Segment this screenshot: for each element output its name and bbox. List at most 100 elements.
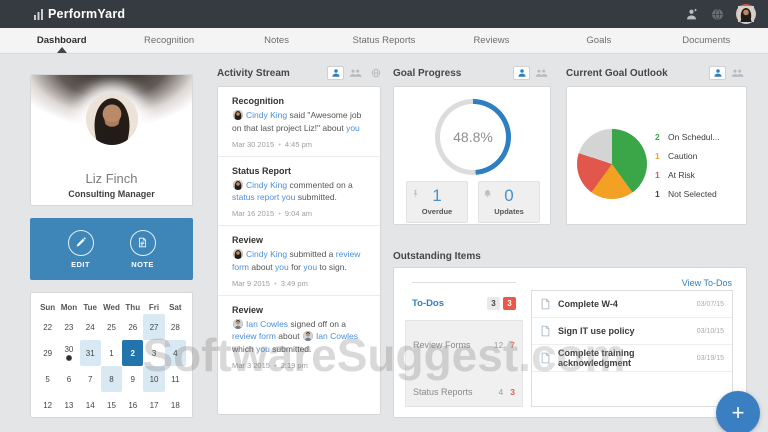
person-filter-icon[interactable] [327, 66, 344, 80]
calendar-day[interactable]: 23 [58, 314, 79, 340]
globe-filter-icon[interactable] [367, 66, 384, 80]
group-filter-icon[interactable] [533, 66, 550, 80]
calendar-day[interactable]: 3 [143, 340, 164, 366]
nav-item-goals[interactable]: Goals [545, 28, 652, 53]
nav-item-status-reports[interactable]: Status Reports [330, 28, 437, 53]
add-button[interactable]: + [716, 391, 760, 432]
plus-icon: + [732, 400, 745, 426]
todo-item[interactable]: Complete training acknowledgment 03/19/1… [532, 345, 732, 372]
profile-name: Liz Finch [31, 171, 192, 186]
activity-item-type: Review [232, 235, 370, 245]
person-filter-icon[interactable] [709, 66, 726, 80]
goal-outlook-pie-chart [577, 129, 647, 199]
legend-label: Not Selected [668, 189, 717, 199]
stat-overdue[interactable]: 1 Overdue [406, 181, 468, 223]
calendar-day[interactable]: 22 [37, 314, 58, 340]
calendar-day-selected[interactable]: 2 [122, 340, 143, 366]
calendar-day-header: Tue [80, 301, 101, 314]
calendar-grid: 2223242526272829303112345678910111213141… [37, 314, 186, 418]
tab-status-reports[interactable]: Status Reports 4 3 [413, 382, 515, 402]
todo-due-date: 03/19/15 [697, 355, 724, 362]
calendar-day-header: Wed [101, 301, 122, 314]
group-filter-icon[interactable] [729, 66, 746, 80]
activity-link[interactable]: Ian Cowles [316, 331, 358, 341]
todo-due-date: 03/10/15 [697, 328, 724, 335]
activity-item-type: Review [232, 305, 370, 315]
note-label: NOTE [131, 260, 153, 269]
activity-link[interactable]: Cindy King [246, 180, 287, 190]
legend-item-at-risk: 1 At Risk [655, 165, 720, 184]
calendar-day-header: Fri [143, 301, 164, 314]
todo-item[interactable]: Complete W-4 03/07/15 [532, 291, 732, 318]
goal-progress-percent: 48.8% [394, 129, 552, 145]
calendar-day[interactable]: 7 [80, 366, 101, 392]
calendar-day[interactable]: 24 [80, 314, 101, 340]
activity-item-date: Mar 30 2015 • 4:45 pm [232, 140, 370, 149]
legend-label: Caution [668, 151, 697, 161]
calendar-day[interactable]: 30 [58, 340, 79, 366]
tab-label: Status Reports [413, 387, 473, 397]
calendar-day-header: Mon [58, 301, 79, 314]
activity-item-type: Status Report [232, 166, 370, 176]
calendar-day[interactable]: 16 [122, 392, 143, 418]
group-filter-icon[interactable] [347, 66, 364, 80]
calendar-day[interactable]: 10 [143, 366, 164, 392]
activity-link[interactable]: review form [232, 331, 276, 341]
calendar-day[interactable]: 11 [165, 366, 186, 392]
profile-avatar[interactable] [736, 4, 756, 24]
legend-count: 2 [655, 132, 668, 142]
todo-item[interactable]: Sign IT use policy 03/10/15 [532, 318, 732, 345]
activity-link[interactable]: Ian Cowles [246, 319, 288, 329]
calendar-day[interactable]: 8 [101, 366, 122, 392]
person-filter-icon[interactable] [513, 66, 530, 80]
alert-count-text: 7 [510, 340, 515, 350]
activity-item: Review Cindy King submitted a review for… [218, 225, 380, 295]
view-todos-link[interactable]: View To-Dos [682, 278, 732, 288]
activity-link[interactable]: you [256, 344, 270, 354]
profile-actions-panel: EDIT NOTE [30, 218, 193, 280]
legend-count: 1 [655, 151, 668, 161]
calendar-day[interactable]: 29 [37, 340, 58, 366]
user-icon[interactable] [684, 7, 698, 21]
divider [412, 282, 516, 283]
todo-label: Complete training acknowledgment [558, 348, 697, 368]
calendar-day[interactable]: 27 [143, 314, 164, 340]
calendar-day[interactable]: 9 [122, 366, 143, 392]
calendar-day[interactable]: 12 [37, 392, 58, 418]
activity-link[interactable]: Cindy King [246, 110, 287, 120]
calendar-day[interactable]: 25 [101, 314, 122, 340]
nav-item-documents[interactable]: Documents [653, 28, 760, 53]
goal-outlook-legend: 2 On Schedul... 1 Caution 1 At Risk 1 No… [655, 127, 720, 203]
stat-updates[interactable]: 0 Updates [478, 181, 540, 223]
activity-link[interactable]: you [303, 262, 317, 272]
calendar-day[interactable]: 15 [101, 392, 122, 418]
calendar-day[interactable]: 28 [165, 314, 186, 340]
calendar-day[interactable]: 5 [37, 366, 58, 392]
calendar-day[interactable]: 18 [165, 392, 186, 418]
globe-icon[interactable] [710, 7, 724, 21]
calendar-day[interactable]: 31 [80, 340, 101, 366]
calendar-day[interactable]: 14 [80, 392, 101, 418]
activity-link[interactable]: Cindy King [246, 249, 287, 259]
nav-item-notes[interactable]: Notes [223, 28, 330, 53]
nav-item-dashboard[interactable]: Dashboard [8, 28, 115, 53]
activity-link[interactable]: you [346, 123, 360, 133]
tab-review-forms[interactable]: Review Forms 12 7 [413, 335, 515, 355]
activity-link[interactable]: status report [232, 192, 279, 202]
calendar-day[interactable]: 1 [101, 340, 122, 366]
edit-button[interactable]: EDIT [68, 230, 94, 269]
nav-item-recognition[interactable]: Recognition [115, 28, 222, 53]
activity-item-type: Recognition [232, 96, 370, 106]
calendar-day[interactable]: 26 [122, 314, 143, 340]
calendar-day[interactable]: 17 [143, 392, 164, 418]
calendar-day[interactable]: 6 [58, 366, 79, 392]
activity-link[interactable]: you [282, 192, 296, 202]
avatar [233, 180, 243, 190]
calendar-day[interactable]: 13 [58, 392, 79, 418]
app-logo[interactable]: PerformYard [34, 7, 125, 21]
calendar-day[interactable]: 4 [165, 340, 186, 366]
activity-link[interactable]: you [275, 262, 289, 272]
tab-todos[interactable]: To-Dos 3 3 [412, 292, 516, 314]
nav-item-reviews[interactable]: Reviews [438, 28, 545, 53]
note-button[interactable]: NOTE [130, 230, 156, 269]
